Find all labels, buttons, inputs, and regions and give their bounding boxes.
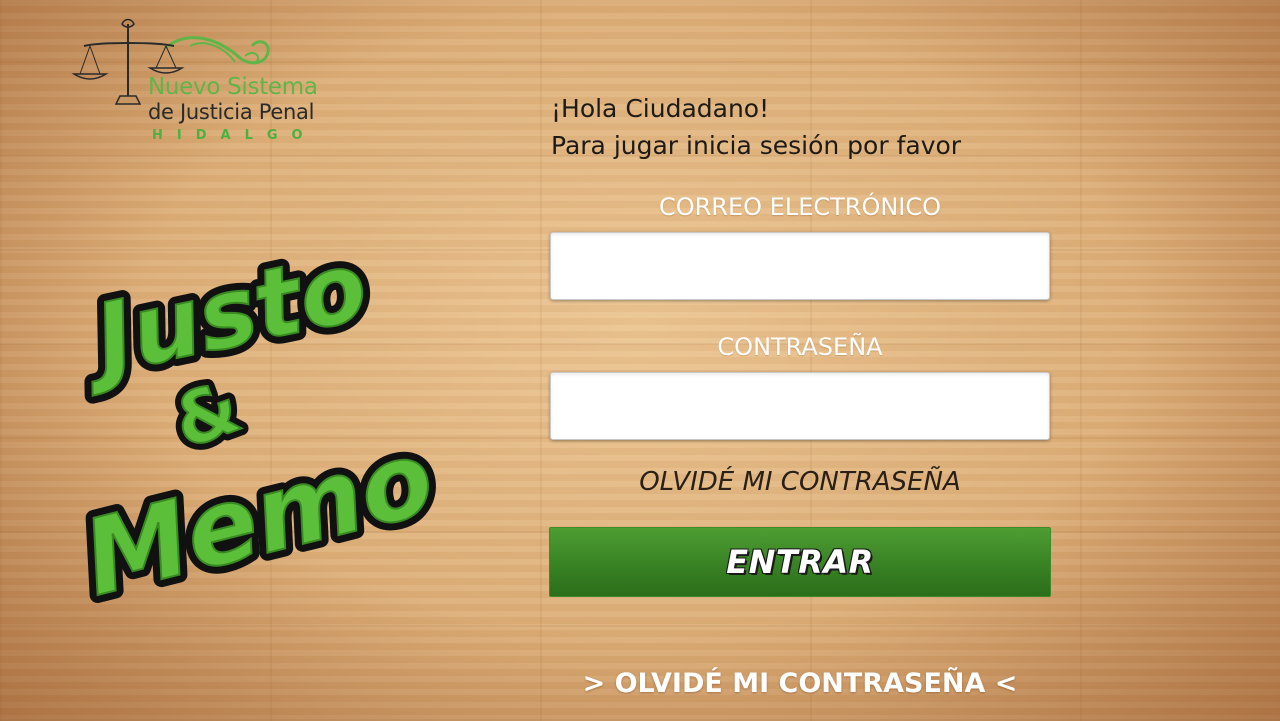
forgot-password-bottom-link[interactable]: > OLVIDÉ MI CONTRASEÑA < <box>450 668 1150 699</box>
greeting-line-1: ¡Hola Ciudadano! <box>551 94 770 123</box>
password-label: CONTRASEÑA <box>717 333 883 361</box>
email-label: CORREO ELECTRÓNICO <box>658 193 942 221</box>
nsjp-hidalgo-logo: Nuevo Sistema de Justicia Penal HIDALGO <box>70 18 360 148</box>
logo-line-2: de Justicia Penal <box>148 100 315 124</box>
game-title-logo: Justo Justo & & Memo Memo <box>55 222 453 628</box>
email-input[interactable] <box>550 232 1050 300</box>
logo-line-1: Nuevo Sistema <box>148 74 318 100</box>
forgot-password-link[interactable]: OLVIDÉ MI CONTRASEÑA <box>550 467 1050 497</box>
password-input[interactable] <box>550 372 1050 440</box>
title-word-2: Memo <box>72 416 445 620</box>
greeting: ¡Hola Ciudadano! Para jugar inicia sesió… <box>551 90 961 164</box>
greeting-line-2: Para jugar inicia sesión por favor <box>551 131 962 160</box>
enter-button-label: ENTRAR <box>726 543 874 581</box>
logo-line-3: HIDALGO <box>152 128 317 143</box>
enter-button[interactable]: ENTRAR <box>549 527 1051 597</box>
